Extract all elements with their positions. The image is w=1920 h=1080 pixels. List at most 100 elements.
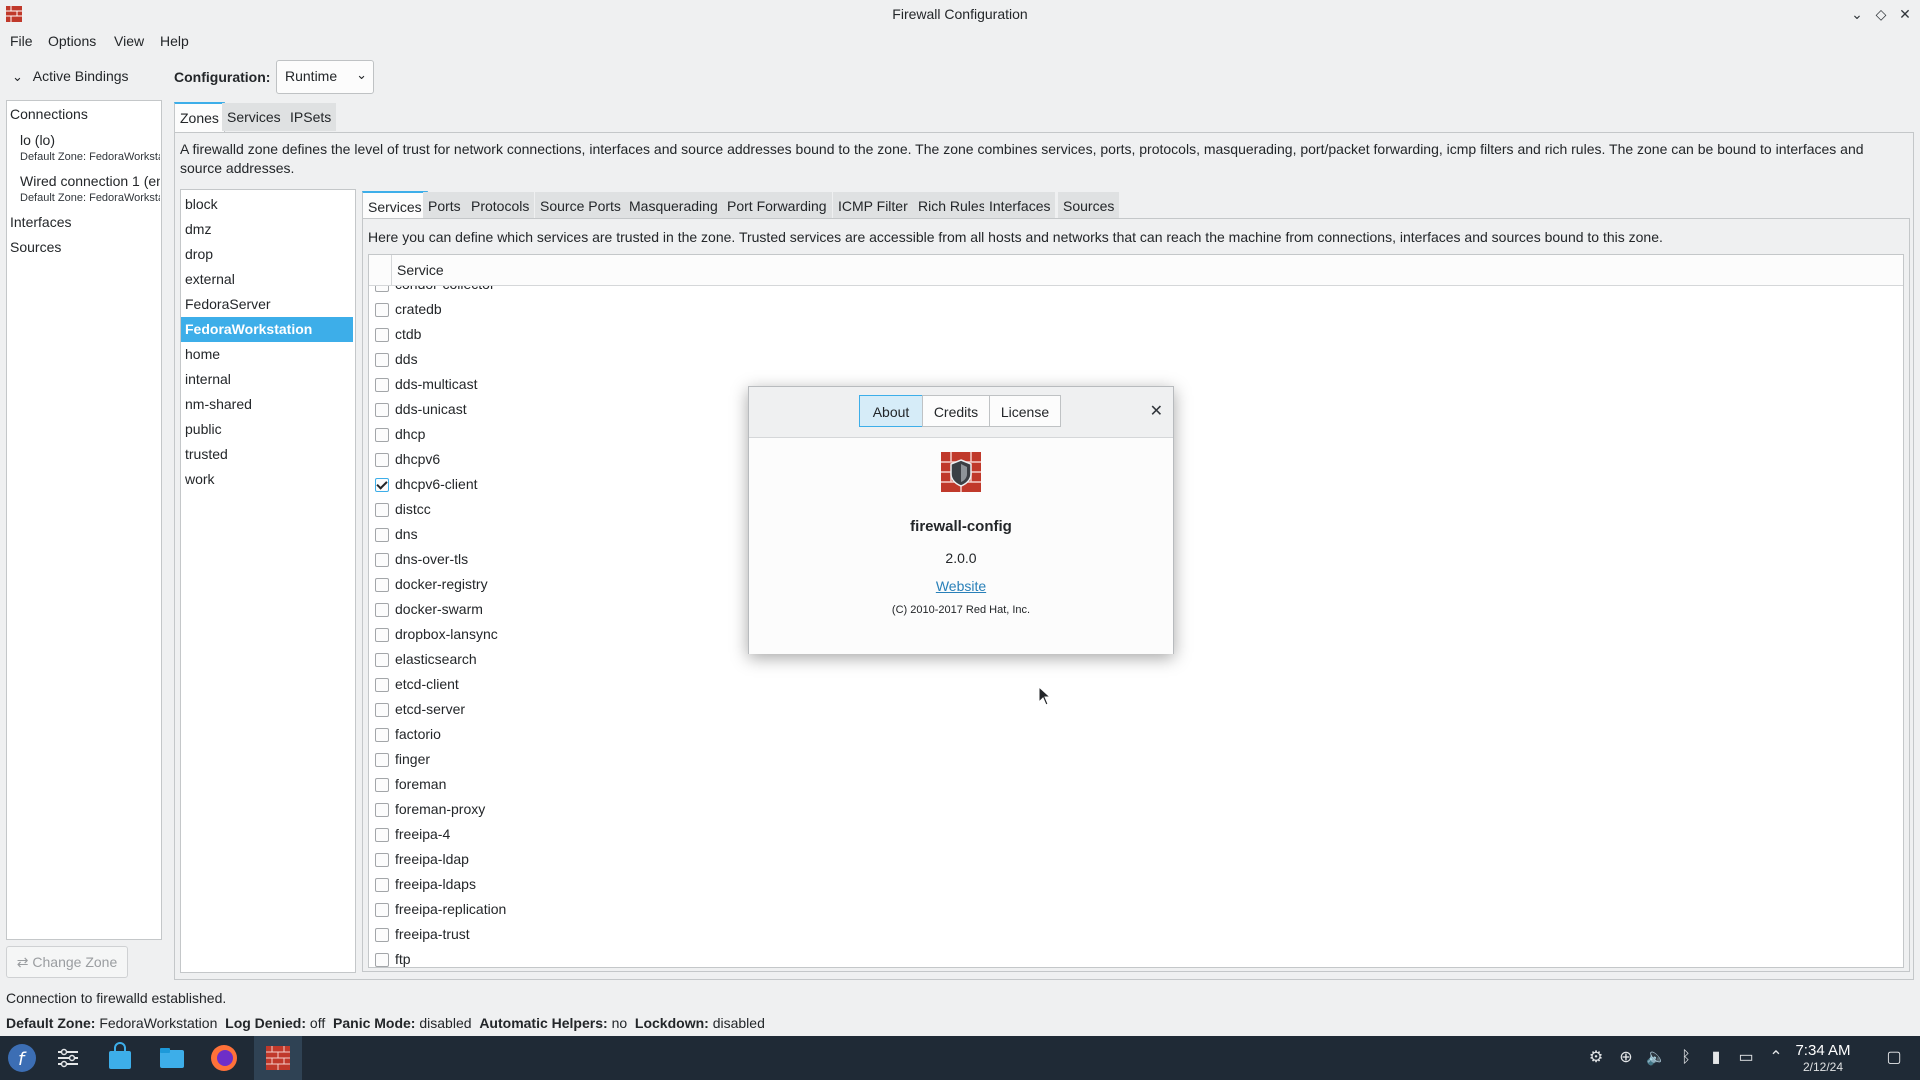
zone-item-nm-shared[interactable]: nm-shared bbox=[181, 392, 353, 417]
table-row[interactable]: ctdb bbox=[369, 323, 1903, 348]
service-checkbox[interactable] bbox=[375, 653, 389, 667]
close-window-icon[interactable]: ✕ bbox=[1894, 4, 1916, 24]
service-checkbox[interactable] bbox=[375, 453, 389, 467]
interfaces-header[interactable]: Interfaces bbox=[10, 214, 71, 230]
volume-icon[interactable]: 🔈 bbox=[1646, 1048, 1666, 1068]
table-row[interactable]: ftp bbox=[369, 948, 1903, 967]
tab-rich-rules[interactable]: Rich Rules bbox=[913, 192, 991, 220]
menu-options[interactable]: Options bbox=[48, 33, 96, 49]
service-checkbox[interactable] bbox=[375, 403, 389, 417]
zone-item-external[interactable]: external bbox=[181, 267, 353, 292]
table-row[interactable]: freeipa-ldaps bbox=[369, 873, 1903, 898]
table-row[interactable]: etcd-client bbox=[369, 673, 1903, 698]
table-row[interactable]: etcd-server bbox=[369, 698, 1903, 723]
service-checkbox[interactable] bbox=[375, 678, 389, 692]
tab-credits[interactable]: Credits bbox=[922, 395, 990, 427]
service-checkbox[interactable] bbox=[375, 853, 389, 867]
usb-drive-icon[interactable]: ▮ bbox=[1706, 1048, 1726, 1068]
tab-zones[interactable]: Zones bbox=[174, 102, 225, 132]
service-checkbox[interactable] bbox=[375, 428, 389, 442]
tab-ports[interactable]: Ports bbox=[423, 192, 466, 220]
table-row[interactable]: freeipa-ldap bbox=[369, 848, 1903, 873]
updates-tray-icon[interactable]: ⊕ bbox=[1616, 1048, 1636, 1068]
service-checkbox[interactable] bbox=[375, 603, 389, 617]
service-column-header[interactable]: Service bbox=[397, 262, 444, 278]
menu-help[interactable]: Help bbox=[160, 33, 189, 49]
fedora-launcher-icon[interactable]: f bbox=[6, 1042, 38, 1074]
zone-item-drop[interactable]: drop bbox=[181, 242, 353, 267]
tab-license[interactable]: License bbox=[989, 395, 1061, 427]
service-checkbox[interactable] bbox=[375, 478, 389, 492]
zone-item-dmz[interactable]: dmz bbox=[181, 217, 353, 242]
sources-header[interactable]: Sources bbox=[10, 239, 61, 255]
clock-date[interactable]: 2/12/24 bbox=[1788, 1060, 1858, 1074]
tab-sources[interactable]: Sources bbox=[1058, 192, 1120, 220]
service-checkbox[interactable] bbox=[375, 303, 389, 317]
tab-port-forwarding[interactable]: Port Forwarding bbox=[722, 192, 832, 220]
service-checkbox[interactable] bbox=[375, 328, 389, 342]
tab-protocols[interactable]: Protocols bbox=[466, 192, 535, 220]
table-row[interactable]: freeipa-4 bbox=[369, 823, 1903, 848]
service-checkbox[interactable] bbox=[375, 353, 389, 367]
website-link-text[interactable]: Website bbox=[936, 578, 986, 594]
service-checkbox[interactable] bbox=[375, 928, 389, 942]
show-desktop-icon[interactable]: ▢ bbox=[1884, 1048, 1904, 1068]
tab-interfaces[interactable]: Interfaces bbox=[984, 192, 1056, 220]
tab-zone-services[interactable]: Services bbox=[362, 191, 428, 221]
service-checkbox[interactable] bbox=[375, 903, 389, 917]
service-checkbox[interactable] bbox=[375, 728, 389, 742]
clock-time[interactable]: 7:34 AM bbox=[1788, 1042, 1858, 1059]
system-settings-icon[interactable] bbox=[52, 1042, 84, 1074]
zone-item-fedoraserver[interactable]: FedoraServer bbox=[181, 292, 353, 317]
bluetooth-icon[interactable]: ᛒ bbox=[1676, 1048, 1696, 1068]
service-checkbox[interactable] bbox=[375, 803, 389, 817]
tab-icmp-filter[interactable]: ICMP Filter bbox=[833, 192, 913, 220]
zone-item-home[interactable]: home bbox=[181, 342, 353, 367]
table-row[interactable]: foreman-proxy bbox=[369, 798, 1903, 823]
table-row[interactable]: cratedb bbox=[369, 298, 1903, 323]
zone-item-internal[interactable]: internal bbox=[181, 367, 353, 392]
configuration-select[interactable]: Runtime ⌄ bbox=[276, 60, 374, 94]
menu-file[interactable]: File bbox=[10, 33, 33, 49]
tab-source-ports[interactable]: Source Ports bbox=[535, 192, 626, 220]
maximize-icon[interactable]: ◇ bbox=[1870, 4, 1892, 24]
service-checkbox[interactable] bbox=[375, 753, 389, 767]
table-row[interactable]: finger bbox=[369, 748, 1903, 773]
zone-item-public[interactable]: public bbox=[181, 417, 353, 442]
tab-about[interactable]: About bbox=[859, 395, 923, 427]
zone-item-block[interactable]: block bbox=[181, 192, 353, 217]
service-checkbox[interactable] bbox=[375, 503, 389, 517]
service-checkbox[interactable] bbox=[375, 703, 389, 717]
service-checkbox[interactable] bbox=[375, 828, 389, 842]
file-manager-icon[interactable] bbox=[156, 1042, 188, 1074]
display-icon[interactable]: ▭ bbox=[1736, 1048, 1756, 1068]
minimize-icon[interactable]: ⌄ bbox=[1846, 4, 1868, 24]
service-checkbox[interactable] bbox=[375, 378, 389, 392]
firewall-taskbar-icon[interactable] bbox=[262, 1042, 294, 1074]
table-row[interactable]: dds bbox=[369, 348, 1903, 373]
network-tray-icon[interactable]: ⚙ bbox=[1586, 1048, 1606, 1068]
service-checkbox[interactable] bbox=[375, 778, 389, 792]
software-store-icon[interactable] bbox=[104, 1042, 136, 1074]
tab-services[interactable]: Services bbox=[222, 103, 286, 131]
tab-ipsets[interactable]: IPSets bbox=[285, 103, 337, 131]
zone-item-trusted[interactable]: trusted bbox=[181, 442, 353, 467]
close-icon[interactable]: ✕ bbox=[1150, 401, 1163, 421]
change-zone-button[interactable]: ⇄ Change Zone bbox=[6, 946, 128, 978]
chevron-up-icon[interactable]: ⌃ bbox=[1766, 1048, 1786, 1068]
service-checkbox[interactable] bbox=[375, 528, 389, 542]
zone-item-work[interactable]: work bbox=[181, 467, 353, 492]
service-checkbox[interactable] bbox=[375, 953, 389, 967]
service-checkbox[interactable] bbox=[375, 553, 389, 567]
service-checkbox[interactable] bbox=[375, 878, 389, 892]
table-row[interactable]: freeipa-trust bbox=[369, 923, 1903, 948]
service-checkbox[interactable] bbox=[375, 578, 389, 592]
table-row[interactable]: foreman bbox=[369, 773, 1903, 798]
service-checkbox[interactable] bbox=[375, 628, 389, 642]
table-row[interactable]: freeipa-replication bbox=[369, 898, 1903, 923]
firefox-icon[interactable] bbox=[208, 1042, 240, 1074]
zone-item-fedoraworkstation[interactable]: FedoraWorkstation bbox=[181, 317, 353, 342]
tab-masquerading[interactable]: Masquerading bbox=[624, 192, 723, 220]
menu-view[interactable]: View bbox=[114, 33, 144, 49]
table-row[interactable]: factorio bbox=[369, 723, 1903, 748]
